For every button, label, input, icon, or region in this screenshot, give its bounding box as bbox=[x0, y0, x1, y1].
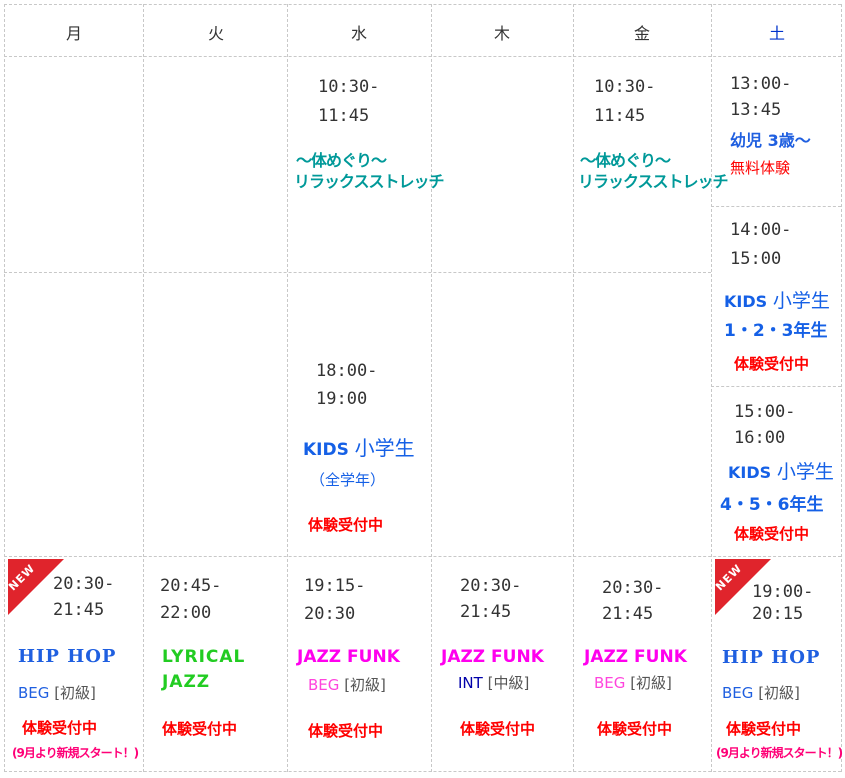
free-trial-label: 無料体験 bbox=[730, 159, 791, 177]
class-title-line2: リラックスストレッチ bbox=[578, 172, 729, 191]
trial-label: 体験受付中 bbox=[734, 355, 810, 373]
new-start-note: (9月より新規スタート！) bbox=[12, 746, 139, 760]
time-end: 16:00 bbox=[734, 428, 786, 448]
class-level: INT [中級] bbox=[458, 674, 530, 692]
class-cell-thu-jazzfunk[interactable]: 20:30- 21:45 JAZZ FUNK INT [中級] 体験受付中 bbox=[432, 557, 573, 771]
class-name: HIP HOP bbox=[18, 646, 117, 667]
class-name: JAZZ FUNK bbox=[441, 647, 544, 667]
time-start: 20:30- bbox=[460, 576, 522, 596]
day-header-fri: 金 bbox=[633, 24, 650, 43]
class-cell-fri-jazzfunk[interactable]: 20:30- 21:45 JAZZ FUNK BEG [初級] 体験受付中 bbox=[574, 557, 711, 771]
time-end: 19:00 bbox=[316, 389, 368, 409]
class-title: KIDS 小学生 bbox=[303, 436, 415, 460]
day-header-tue: 火 bbox=[207, 24, 224, 43]
grid-line bbox=[4, 4, 841, 5]
trial-label: 体験受付中 bbox=[162, 720, 238, 738]
time-start: 19:15- bbox=[304, 576, 366, 596]
class-grades: 1・2・3年生 bbox=[724, 321, 828, 341]
time-start: 10:30- bbox=[594, 77, 656, 97]
time-end: 21:45 bbox=[602, 604, 654, 624]
class-level: BEG [初級] bbox=[594, 674, 672, 692]
class-title-line1: ～体めぐり～ bbox=[296, 151, 387, 170]
class-cell-sat-toddler[interactable]: 13:00- 13:45 幼児 3歳～ 無料体験 bbox=[712, 57, 841, 206]
grid-line bbox=[841, 4, 842, 772]
time-start: 14:00- bbox=[730, 220, 792, 240]
class-title: KIDS 小学生 bbox=[728, 461, 834, 483]
time-end: 20:30 bbox=[304, 604, 356, 624]
time-start: 20:30- bbox=[53, 574, 115, 594]
day-header-thu: 木 bbox=[493, 24, 510, 43]
day-header-mon: 月 bbox=[65, 24, 82, 43]
class-title: 幼児 3歳～ bbox=[730, 131, 811, 150]
trial-label: 体験受付中 bbox=[308, 516, 384, 534]
new-start-note: (9月より新規スタート！) bbox=[716, 746, 843, 760]
class-cell-sat-kids-456[interactable]: 15:00- 16:00 KIDS 小学生 4・5・6年生 体験受付中 bbox=[712, 387, 841, 556]
time-start: 18:00- bbox=[316, 361, 378, 381]
class-cell-sat-kids-123[interactable]: 14:00- 15:00 KIDS 小学生 1・2・3年生 体験受付中 bbox=[712, 207, 841, 386]
time-start: 13:00- bbox=[730, 74, 792, 94]
class-name: HIP HOP bbox=[722, 647, 821, 668]
time-end: 22:00 bbox=[160, 603, 212, 623]
class-name: JAZZ FUNK bbox=[297, 647, 400, 667]
time-end: 11:45 bbox=[318, 106, 370, 126]
trial-label: 体験受付中 bbox=[460, 720, 536, 738]
time-start: 20:45- bbox=[160, 576, 222, 596]
class-name-line2: JAZZ bbox=[162, 672, 211, 692]
trial-label: 体験受付中 bbox=[308, 722, 384, 740]
class-level: BEG [初級] bbox=[308, 676, 386, 694]
class-grades: 4・5・6年生 bbox=[720, 495, 824, 515]
class-title-line2: リラックスストレッチ bbox=[294, 172, 445, 191]
class-subtitle: （全学年） bbox=[310, 471, 386, 489]
class-title-line1: ～体めぐり～ bbox=[580, 151, 671, 170]
time-start: 20:30- bbox=[602, 578, 664, 598]
time-end: 21:45 bbox=[53, 600, 105, 620]
day-header-sat: 土 bbox=[768, 24, 785, 43]
class-cell-sat-hiphop[interactable]: NEW 19:00- 20:15 HIP HOP BEG [初級] 体験受付中 … bbox=[712, 557, 843, 771]
day-header-wed: 水 bbox=[350, 24, 367, 43]
time-start: 15:00- bbox=[734, 402, 796, 422]
trial-label: 体験受付中 bbox=[734, 525, 810, 543]
class-cell-wed-jazzfunk[interactable]: 19:15- 20:30 JAZZ FUNK BEG [初級] 体験受付中 bbox=[288, 557, 431, 771]
class-level: BEG [初級] bbox=[722, 684, 800, 702]
class-name-line1: LYRICAL bbox=[162, 647, 246, 667]
time-end: 13:45 bbox=[730, 100, 782, 120]
trial-label: 体験受付中 bbox=[22, 719, 98, 737]
grid-line bbox=[4, 771, 841, 772]
class-level: BEG [初級] bbox=[18, 684, 96, 702]
time-start: 10:30- bbox=[318, 77, 380, 97]
class-cell-wed-morning[interactable]: 10:30- 11:45 ～体めぐり～ リラックスストレッチ bbox=[288, 57, 445, 272]
trial-label: 体験受付中 bbox=[726, 720, 802, 738]
class-cell-mon-hiphop[interactable]: NEW 20:30- 21:45 HIP HOP BEG [初級] 体験受付中 … bbox=[5, 557, 143, 771]
class-name: JAZZ FUNK bbox=[584, 647, 687, 667]
time-end: 21:45 bbox=[460, 602, 512, 622]
class-cell-fri-morning[interactable]: 10:30- 11:45 ～体めぐり～ リラックスストレッチ bbox=[574, 57, 729, 272]
time-end: 11:45 bbox=[594, 106, 646, 126]
trial-label: 体験受付中 bbox=[597, 720, 673, 738]
class-cell-wed-kids[interactable]: 18:00- 19:00 KIDS 小学生 （全学年） 体験受付中 bbox=[288, 273, 431, 556]
class-title: KIDS 小学生 bbox=[724, 290, 830, 312]
time-end: 20:15 bbox=[752, 604, 804, 624]
time-end: 15:00 bbox=[730, 249, 782, 269]
class-cell-tue-lyrical[interactable]: 20:45- 22:00 LYRICAL JAZZ 体験受付中 bbox=[144, 557, 287, 771]
